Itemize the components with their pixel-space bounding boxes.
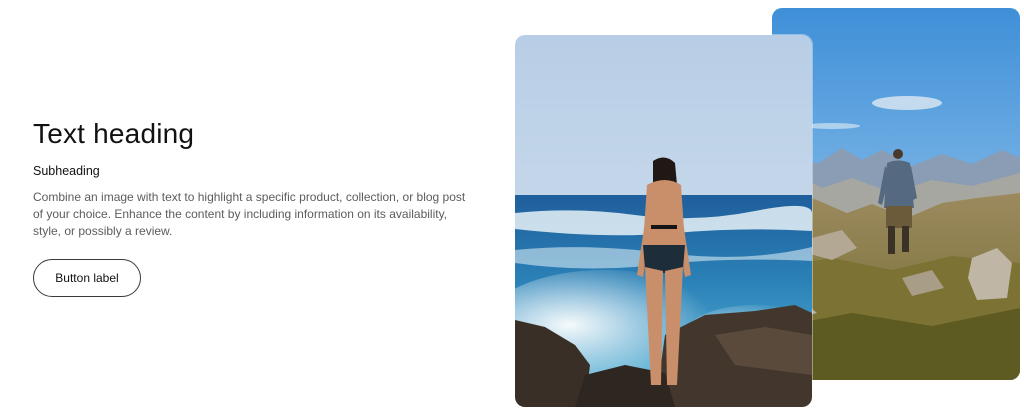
woman-ocean-illustration [515,35,812,407]
cta-button[interactable]: Button label [33,259,141,297]
section-subheading: Subheading [33,164,100,178]
woman-ocean-image [515,35,812,407]
text-block: Text heading Subheading Combine an image… [33,115,483,240]
image-with-text-section: Text heading Subheading Combine an image… [0,0,1024,414]
section-heading: Text heading [33,118,195,149]
section-body-text: Combine an image with text to highlight … [33,190,466,238]
